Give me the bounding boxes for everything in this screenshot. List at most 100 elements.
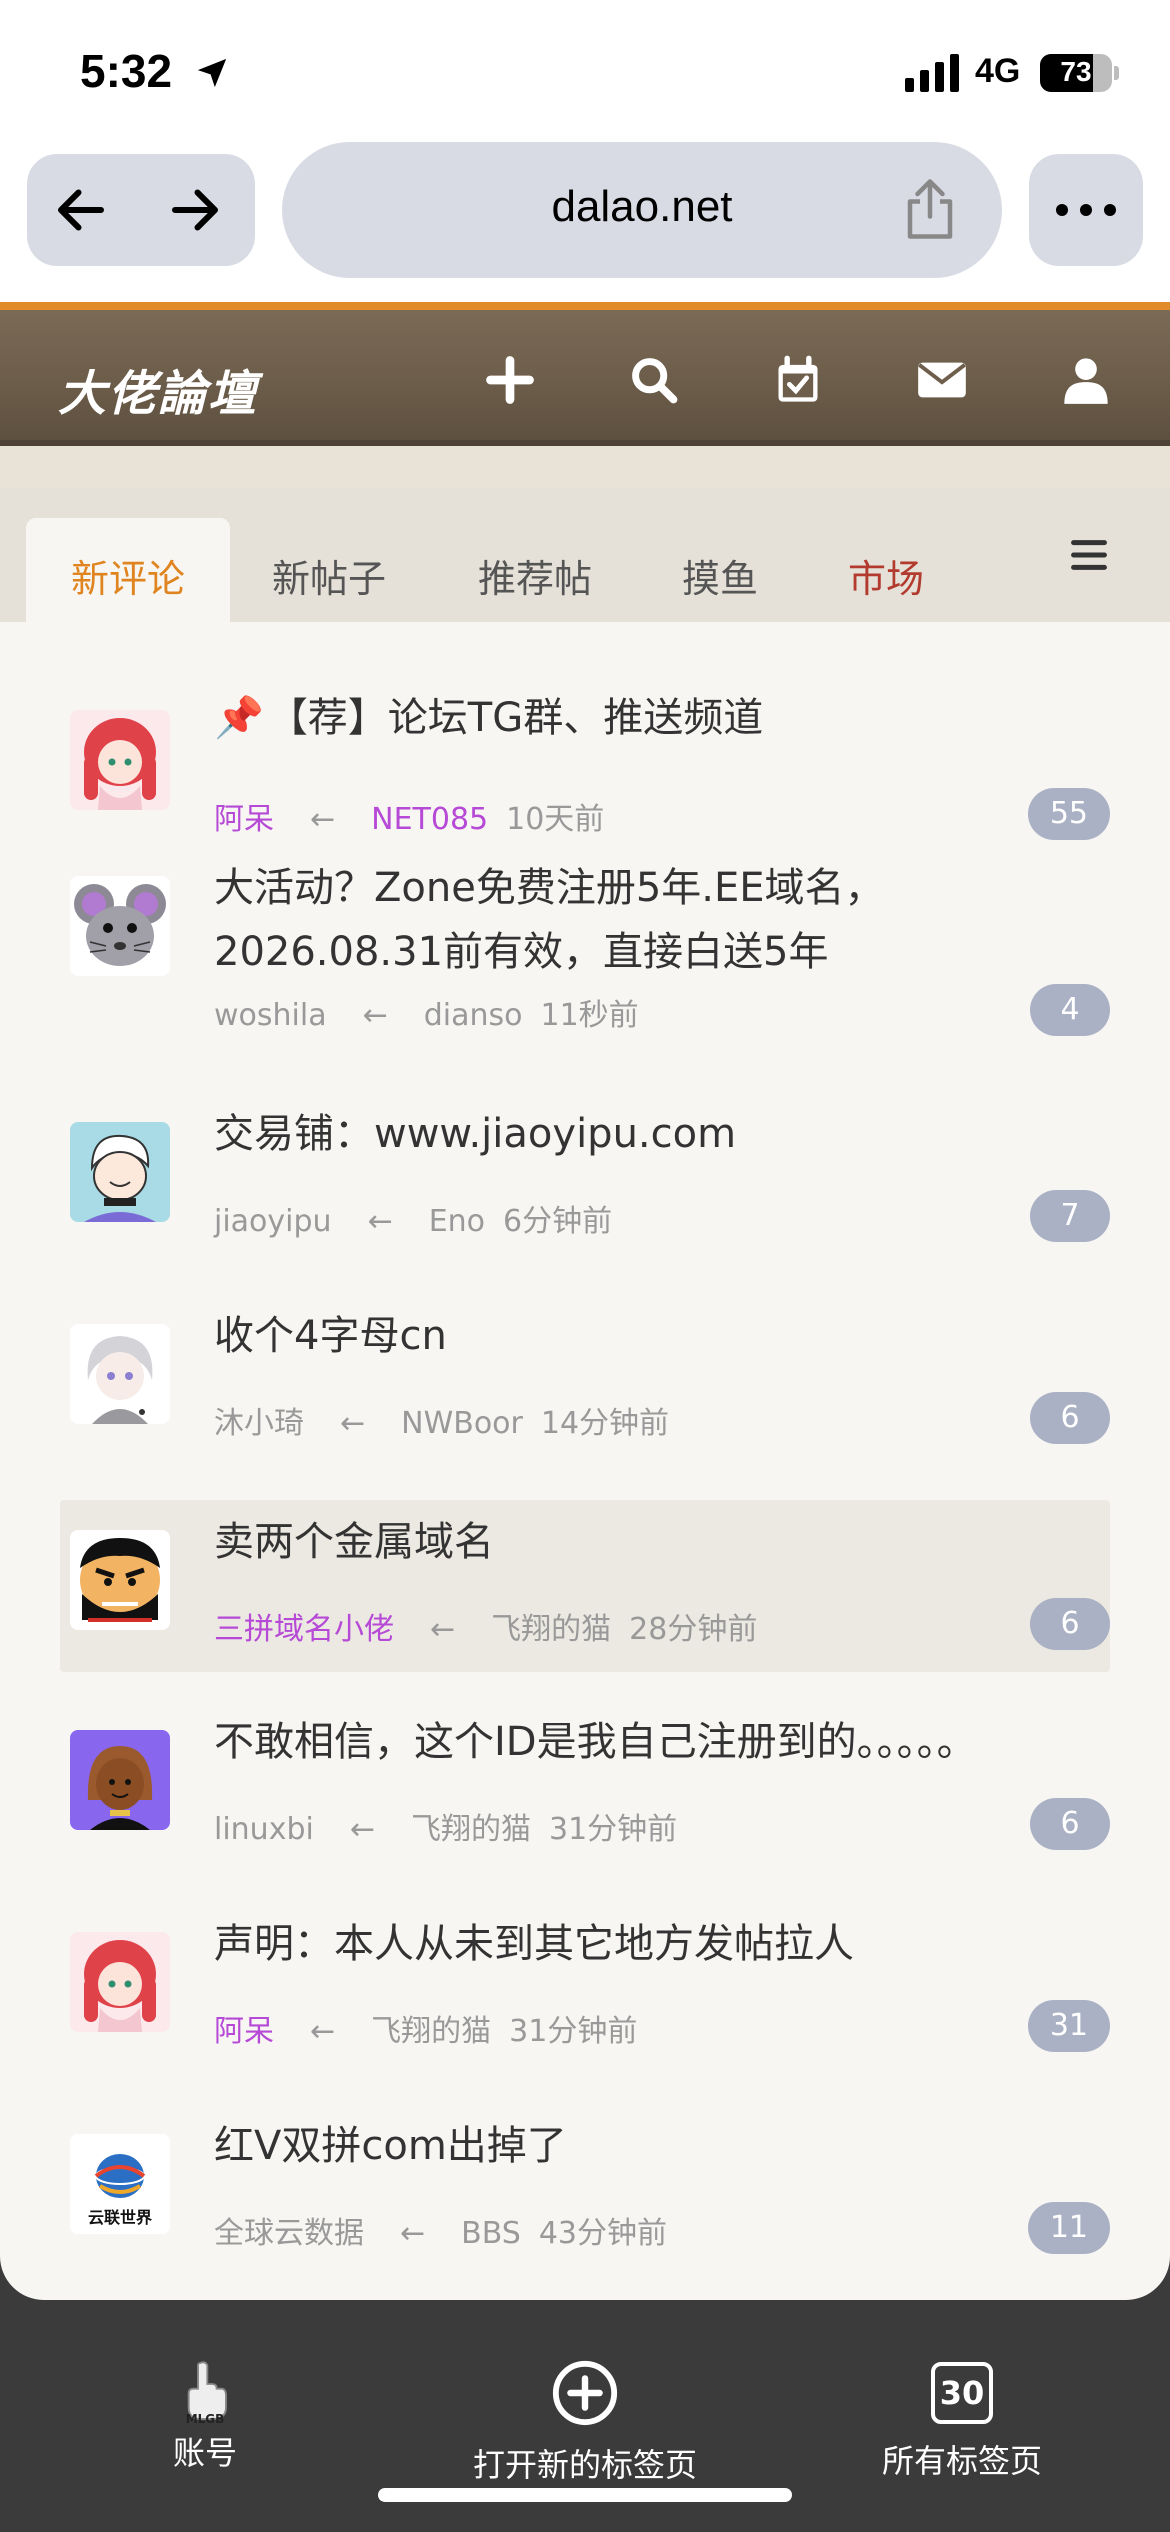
new-tab-label: 打开新的标签页 (472, 2446, 697, 2484)
thread-title[interactable]: 卖两个金属域名 (214, 1510, 1100, 1574)
reply-count-badge: 7 (1030, 1190, 1110, 1242)
reply-count-badge: 6 (1030, 1598, 1110, 1650)
signal-icon (905, 52, 959, 92)
thread-author[interactable]: 沐小琦 (214, 1406, 304, 1441)
thread-meta: jiaoyipu ← Eno 6分钟前 (214, 1196, 612, 1240)
thread-author[interactable]: linuxbi (214, 1812, 314, 1847)
thread-author[interactable]: 全球云数据 (214, 2216, 364, 2251)
url-text: dalao.net (551, 182, 733, 231)
thread-author[interactable]: woshila (214, 998, 327, 1033)
thread-time: 14分钟前 (540, 1406, 670, 1441)
hamburger-menu-icon[interactable] (1070, 538, 1108, 572)
thread-title[interactable]: 📌 【荐】论坛TG群、推送频道 (214, 686, 1100, 750)
avatar[interactable] (70, 1530, 170, 1630)
forum-logo[interactable]: 大佬論壇 (58, 354, 258, 424)
avatar[interactable] (70, 1730, 170, 1830)
last-replier[interactable]: NET085 (371, 802, 488, 837)
thread-time: 10天前 (506, 802, 605, 837)
thread-author[interactable]: 阿呆 (214, 2014, 274, 2049)
tab-slacking[interactable]: 摸鱼 (682, 518, 758, 622)
reply-arrow-icon: ← (430, 1612, 456, 1647)
last-replier[interactable]: NWBoor (401, 1406, 523, 1441)
last-replier[interactable]: Eno (429, 1204, 485, 1239)
account-button[interactable]: MLGB 账号 (150, 2358, 260, 2474)
thread-title[interactable]: 收个4字母cn (214, 1304, 1100, 1368)
thread-title[interactable]: 大活动？Zone免费注册5年.EE域名，2026.08.31前有效，直接白送5年 (214, 856, 1100, 984)
reply-count-badge: 6 (1030, 1798, 1110, 1850)
user-icon[interactable] (1060, 354, 1112, 406)
last-replier[interactable]: BBS (461, 2216, 521, 2251)
pin-icon: 📌 (214, 695, 264, 741)
more-menu-button[interactable] (1029, 154, 1143, 266)
avatar[interactable] (70, 1324, 170, 1424)
thread-meta: 沐小琦 ← NWBoor 14分钟前 (214, 1398, 669, 1442)
browser-toolbar: dalao.net (0, 140, 1170, 302)
more-dots-icon (1056, 204, 1116, 216)
share-icon[interactable] (900, 176, 960, 242)
avatar[interactable]: 云联世界 (70, 2134, 170, 2234)
thread-item[interactable]: 云联世界 红V双拼com出掉了 全球云数据 ← BBS 43分钟前 11 (60, 2123, 1110, 2300)
tab-new-posts[interactable]: 新帖子 (272, 518, 386, 622)
thread-item[interactable]: 收个4字母cn 沐小琦 ← NWBoor 14分钟前 6 (60, 1313, 1110, 1494)
thread-title[interactable]: 不敢相信，这个ID是我自己注册到的。。。。。 (214, 1710, 1100, 1774)
thread-meta: 阿呆 ← 飞翔的猫 31分钟前 (214, 2006, 637, 2050)
thread-item[interactable]: 交易铺：www.jiaoyipu.com jiaoyipu ← Eno 6分钟前 7 (60, 1111, 1110, 1292)
battery-tip (1114, 66, 1119, 80)
all-tabs-button[interactable]: 30 所有标签页 (872, 2358, 1052, 2482)
home-indicator (378, 2488, 792, 2502)
forward-arrow-icon[interactable] (165, 180, 225, 240)
avatar[interactable] (70, 876, 170, 976)
last-replier[interactable]: dianso (424, 998, 523, 1033)
calendar-check-icon[interactable] (772, 354, 824, 406)
avatar[interactable] (70, 1122, 170, 1222)
tab-recommended[interactable]: 推荐帖 (478, 518, 592, 622)
tab-new-comments[interactable]: 新评论 (26, 518, 230, 622)
thread-meta: 三拼域名小佬 ← 飞翔的猫 28分钟前 (214, 1604, 757, 1648)
status-time: 5:32 (80, 45, 173, 97)
reply-arrow-icon: ← (400, 2216, 426, 2251)
network-type: 4G (975, 52, 1021, 90)
new-tab-button[interactable]: 打开新的标签页 (460, 2358, 710, 2486)
avatar[interactable] (70, 710, 170, 810)
thread-title[interactable]: 红V双拼com出掉了 (214, 2114, 1100, 2178)
thread-item[interactable]: 声明：本人从未到其它地方发帖拉人 阿呆 ← 飞翔的猫 31分钟前 31 (60, 1921, 1110, 2102)
avatar[interactable] (70, 1932, 170, 2032)
address-bar[interactable]: dalao.net (282, 142, 1002, 278)
last-replier[interactable]: 飞翔的猫 (371, 2014, 491, 2049)
thread-time: 11秒前 (540, 998, 639, 1033)
top-accent-line (0, 302, 1170, 310)
tab-market[interactable]: 市场 (848, 518, 924, 622)
account-label: 账号 (172, 2434, 237, 2472)
battery-percent: 73 (1060, 56, 1092, 87)
thread-time: 6分钟前 (503, 1204, 613, 1239)
thread-item[interactable]: 📌 【荐】论坛TG群、推送频道 阿呆 ← NET085 10天前 55 (60, 622, 1110, 840)
plus-icon[interactable] (484, 354, 536, 406)
thread-item[interactable]: 卖两个金属域名 三拼域名小佬 ← 飞翔的猫 28分钟前 6 (60, 1500, 1110, 1672)
last-replier[interactable]: 飞翔的猫 (491, 1612, 611, 1647)
reply-count-badge: 11 (1027, 2202, 1110, 2254)
plus-circle-icon (552, 2360, 618, 2426)
thread-meta: 全球云数据 ← BBS 43分钟前 (214, 2208, 667, 2252)
avatar-caption: 云联世界 (87, 2208, 152, 2227)
reply-arrow-icon: ← (310, 802, 336, 837)
status-bar: 5:32 4G 73 (0, 0, 1170, 140)
reply-count-badge: 55 (1027, 788, 1110, 840)
reply-count-badge: 6 (1030, 1392, 1110, 1444)
thread-title[interactable]: 交易铺：www.jiaoyipu.com (214, 1102, 1100, 1166)
back-arrow-icon[interactable] (51, 180, 111, 240)
thread-item[interactable]: 不敢相信，这个ID是我自己注册到的。。。。。 linuxbi ← 飞翔的猫 31分钟前… (60, 1719, 1110, 1900)
thread-author[interactable]: 三拼域名小佬 (214, 1612, 394, 1647)
tab-count-icon: 30 (931, 2362, 993, 2424)
thread-author[interactable]: 阿呆 (214, 802, 274, 837)
thread-item[interactable]: 大活动？Zone免费注册5年.EE域名，2026.08.31前有效，直接白送5年… (60, 865, 1110, 1086)
search-icon[interactable] (628, 354, 680, 406)
last-replier[interactable]: 飞翔的猫 (411, 1812, 531, 1847)
thread-title[interactable]: 声明：本人从未到其它地方发帖拉人 (214, 1912, 1100, 1976)
thread-author[interactable]: jiaoyipu (214, 1204, 332, 1239)
mail-icon[interactable] (916, 354, 968, 406)
location-arrow-icon (197, 58, 227, 88)
thread-meta: woshila ← dianso 11秒前 (214, 990, 639, 1034)
reply-arrow-icon: ← (349, 1812, 375, 1847)
reply-arrow-icon: ← (367, 1204, 393, 1239)
account-badge-text: MLGB (185, 2412, 225, 2426)
